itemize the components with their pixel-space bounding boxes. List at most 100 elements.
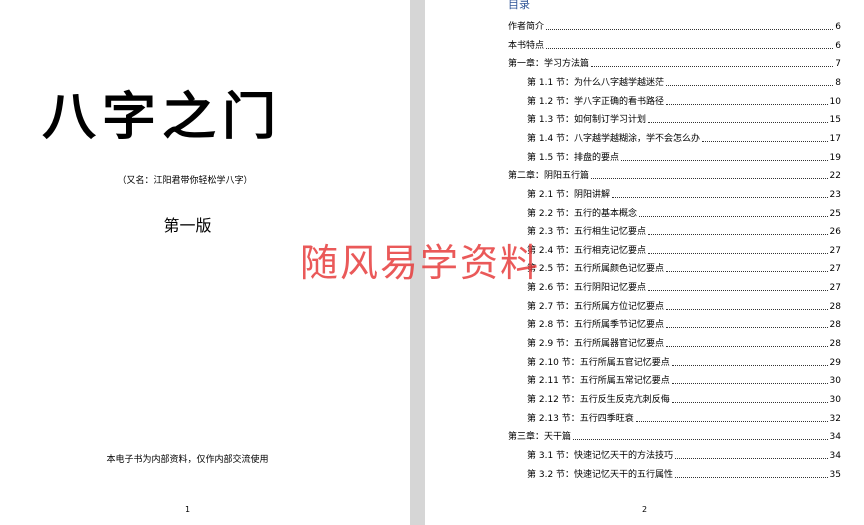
internal-notice: 本电子书为内部资料，仅作内部交流使用 bbox=[106, 455, 269, 465]
toc-entry-page: 6 bbox=[835, 40, 841, 51]
toc-entry-page: 30 bbox=[829, 395, 841, 405]
toc-entry[interactable]: 第 3.1 节：快速记忆天干的方法技巧 34 bbox=[527, 444, 841, 462]
toc-entry-label: 本书特点 bbox=[508, 40, 545, 51]
toc-entry-label: 第一章：学习方法篇 bbox=[508, 59, 590, 70]
toc-entry[interactable]: 第 2.8 节：五行所属季节记忆要点 28 bbox=[527, 313, 841, 331]
toc-dot-leader bbox=[612, 196, 828, 198]
toc-dot-leader bbox=[671, 402, 828, 403]
toc-entry-page: 27 bbox=[829, 264, 841, 275]
toc-entry[interactable]: 第 2.3 节：五行相生记忆要点 26 bbox=[527, 220, 841, 238]
toc-dot-leader bbox=[591, 66, 834, 68]
toc-dot-leader bbox=[702, 140, 828, 142]
toc-entry[interactable]: 第 2.12 节：五行反生反克亢刺反侮 30 bbox=[527, 388, 841, 406]
page-number: 2 bbox=[641, 505, 648, 514]
toc-dot-leader bbox=[635, 420, 828, 422]
toc-dot-leader bbox=[648, 290, 828, 292]
toc-heading: 目录 bbox=[508, 0, 530, 11]
toc-entry[interactable]: 第 2.11 节：五行所属五常记忆要点 30 bbox=[527, 369, 841, 387]
toc-entry[interactable]: 第 1.3 节：如何制订学习计划 15 bbox=[527, 108, 841, 126]
toc-entry[interactable]: 第 3.2 节：快速记忆天干的五行属性 35 bbox=[527, 463, 841, 481]
toc-entry[interactable]: 第 2.1 节：阴阳讲解 23 bbox=[527, 183, 841, 201]
toc-entry-label: 第 2.6 节：五行阴阳记忆要点 bbox=[527, 283, 647, 294]
toc-entry-label: 作者简介 bbox=[508, 22, 545, 32]
toc-entry-label: 第 2.11 节：五行所属五常记忆要点 bbox=[527, 376, 670, 387]
toc-entry-page: 17 bbox=[829, 133, 841, 144]
toc-dot-leader bbox=[666, 346, 828, 348]
toc-entry[interactable]: 本书特点 6 bbox=[508, 34, 841, 52]
toc-entry-page: 25 bbox=[829, 208, 841, 219]
toc-entry-page: 19 bbox=[829, 152, 841, 163]
toc-entry-page: 7 bbox=[835, 59, 841, 70]
toc-dot-leader bbox=[666, 271, 828, 273]
toc-entry-page: 30 bbox=[829, 376, 841, 387]
toc-entry-label: 第 2.10 节：五行所属五官记忆要点 bbox=[527, 357, 670, 368]
toc-entry-page: 22 bbox=[829, 171, 841, 182]
toc-entry-label: 第 2.8 节：五行所属季节记忆要点 bbox=[527, 320, 665, 331]
toc-entry-page: 29 bbox=[829, 357, 841, 368]
toc-entry-label: 第 2.5 节：五行所属颜色记忆要点 bbox=[527, 264, 665, 275]
watermark-text: 随风易学资料 bbox=[300, 241, 541, 285]
toc-entry[interactable]: 第 2.10 节：五行所属五官记忆要点 29 bbox=[527, 351, 841, 369]
toc-entry[interactable]: 第 2.13 节：五行四季旺衰 32 bbox=[527, 407, 841, 425]
toc-entry[interactable]: 第 1.4 节：八字越学越糊涂，学不会怎么办 17 bbox=[527, 127, 841, 145]
toc-entry-label: 第 2.7 节：五行所属方位记忆要点 bbox=[527, 301, 665, 312]
toc-entry[interactable]: 第 2.6 节：五行阴阳记忆要点 27 bbox=[527, 276, 841, 294]
toc-entry-label: 第 2.9 节：五行所属器官记忆要点 bbox=[527, 339, 665, 350]
toc-entry[interactable]: 第 2.7 节：五行所属方位记忆要点 28 bbox=[527, 295, 841, 313]
toc-entry[interactable]: 第 1.1 节：为什么八字越学越迷茫 8 bbox=[527, 71, 841, 89]
toc-dot-leader bbox=[648, 252, 828, 254]
toc-entry-label: 第三章：天干篇 bbox=[508, 432, 572, 443]
toc-entry-page: 15 bbox=[829, 115, 841, 126]
toc-entry-label: 第 1.5 节：排盘的要点 bbox=[527, 152, 620, 163]
toc-entry-page: 27 bbox=[829, 245, 841, 256]
toc-dot-leader bbox=[666, 327, 828, 329]
toc-entry-page: 35 bbox=[829, 469, 841, 480]
toc-dot-leader bbox=[666, 84, 834, 86]
toc-dot-leader bbox=[621, 159, 828, 161]
toc-dot-leader bbox=[546, 47, 834, 49]
toc-entry[interactable]: 第 1.2 节：学八字正确的看书路径 10 bbox=[527, 90, 841, 108]
toc-entry-label: 第 1.2 节：学八字正确的看书路径 bbox=[527, 96, 665, 107]
toc-dot-leader bbox=[671, 364, 828, 366]
toc-entry-page: 28 bbox=[829, 320, 841, 331]
toc-entry[interactable]: 第二章：阴阳五行篇 22 bbox=[508, 164, 841, 182]
toc-entry-page: 26 bbox=[829, 227, 841, 238]
toc-dot-leader bbox=[671, 383, 828, 385]
toc-dot-leader bbox=[666, 103, 828, 105]
page-number: 1 bbox=[184, 505, 191, 514]
toc-entry-page: 8 bbox=[835, 77, 841, 88]
toc-entry-page: 6 bbox=[835, 22, 841, 32]
toc-entry-page: 28 bbox=[829, 301, 841, 312]
toc-entry[interactable]: 第 1.5 节：排盘的要点 19 bbox=[527, 146, 841, 164]
toc-entry[interactable]: 第一章：学习方法篇 7 bbox=[508, 52, 841, 70]
toc-dot-leader bbox=[675, 476, 828, 478]
toc-entry-label: 第 2.3 节：五行相生记忆要点 bbox=[527, 227, 647, 238]
toc-dot-leader bbox=[666, 308, 828, 310]
toc-dot-leader bbox=[648, 122, 828, 124]
toc-entry-label: 第 2.2 节：五行的基本概念 bbox=[527, 208, 638, 219]
toc-entry-label: 第 3.1 节：快速记忆天干的方法技巧 bbox=[527, 450, 674, 461]
toc-entry-label: 第 2.4 节：五行相克记忆要点 bbox=[527, 245, 647, 256]
toc-dot-leader bbox=[546, 29, 834, 30]
toc-entry-label: 第 1.4 节：八字越学越糊涂，学不会怎么办 bbox=[527, 133, 701, 144]
toc-entry[interactable]: 第 2.4 节：五行相克记忆要点 27 bbox=[527, 239, 841, 257]
toc-entry-label: 第 2.1 节：阴阳讲解 bbox=[527, 189, 611, 200]
book-subtitle: （又名：江阳君带你轻松学八字） bbox=[117, 176, 253, 186]
toc-dot-leader bbox=[573, 439, 828, 441]
toc-entry-label: 第 1.3 节：如何制订学习计划 bbox=[527, 115, 647, 126]
toc-entry-page: 23 bbox=[829, 189, 841, 200]
toc-entry-page: 27 bbox=[829, 283, 841, 294]
toc-entry-label: 第二章：阴阳五行篇 bbox=[508, 171, 590, 182]
toc-entry-label: 第 2.13 节：五行四季旺衰 bbox=[527, 413, 634, 424]
toc-entry-page: 32 bbox=[829, 413, 841, 424]
toc-entry-label: 第 1.1 节：为什么八字越学越迷茫 bbox=[527, 77, 665, 88]
toc-entry-page: 34 bbox=[829, 450, 841, 461]
toc-entry[interactable]: 第 2.9 节：五行所属器官记忆要点 28 bbox=[527, 332, 841, 350]
toc-entry[interactable]: 第 2.2 节：五行的基本概念 25 bbox=[527, 202, 841, 220]
toc-entry-page: 34 bbox=[829, 432, 841, 443]
toc-entry[interactable]: 作者简介 6 bbox=[508, 15, 841, 33]
book-title: 八字之门 bbox=[42, 85, 282, 147]
toc-entry[interactable]: 第 2.5 节：五行所属颜色记忆要点 27 bbox=[527, 257, 841, 275]
toc-dot-leader bbox=[675, 457, 828, 459]
toc-entry[interactable]: 第三章：天干篇 34 bbox=[508, 425, 841, 443]
